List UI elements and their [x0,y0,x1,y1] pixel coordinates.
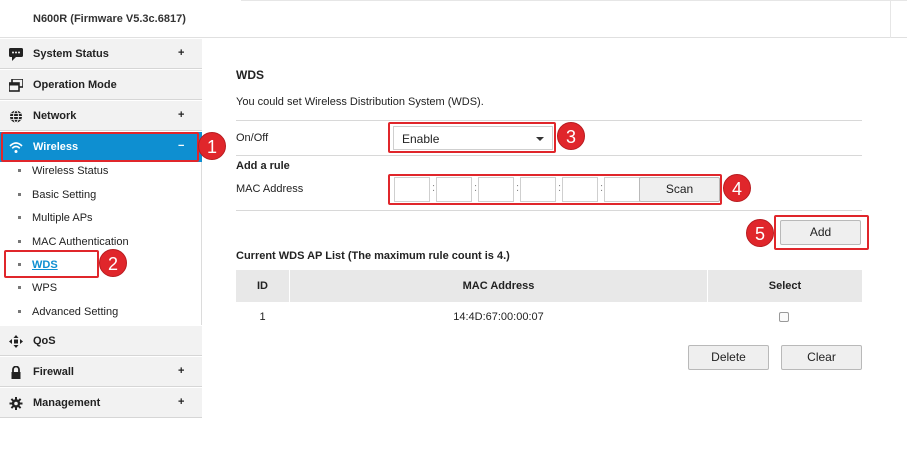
header-bar: N600R (Firmware V5.3c.6817) [0,0,907,38]
divider [236,210,862,211]
bullet-icon [18,286,21,289]
expand-icon: + [178,47,185,59]
table-row: 1 14:4D:67:00:00:07 [236,302,862,332]
menu-label: Operation Mode [33,79,117,91]
model-title: N600R (Firmware V5.3c.6817) [33,13,186,25]
sub-label: WPS [32,282,58,294]
clear-button[interactable]: Clear [781,345,862,370]
bullet-icon [18,193,21,196]
delete-button[interactable]: Delete [688,345,769,370]
expand-icon: + [178,365,185,377]
column-header-mac: MAC Address [462,280,535,292]
highlight-wireless-menu [1,132,199,162]
table-header: ID MAC Address Select [236,270,862,302]
sub-label: Advanced Setting [32,306,119,318]
bullet-icon [18,310,21,313]
sub-label: Basic Setting [32,189,97,201]
highlight-wds-item [4,250,99,278]
step-badge-5: 5 [746,219,774,247]
sidebar-item-advanced-setting[interactable]: Advanced Setting [0,301,202,323]
highlight-onoff-select [388,122,556,153]
divider [236,155,862,156]
header-divider [241,0,907,1]
step-badge-4: 4 [723,174,751,202]
expand-icon: + [178,396,185,408]
wds-list-title: Current WDS AP List (The maximum rule co… [236,250,510,262]
mac-address-label: MAC Address [236,183,304,195]
menu-label: Management [33,397,101,409]
menu-management[interactable]: Management + [0,387,202,418]
sub-label: Wireless Status [32,165,109,177]
column-header-select: Select [768,280,802,292]
step-badge-1: 1 [198,132,226,160]
add-rule-label: Add a rule [236,160,290,172]
step-badge-3: 3 [557,122,585,150]
sub-label: MAC Authentication [32,236,129,248]
page-title: WDS [236,68,264,82]
column-header-id: ID [257,280,268,292]
sidebar-item-wireless-status[interactable]: Wireless Status [0,160,202,182]
lock-icon [11,366,21,379]
onoff-label: On/Off [236,132,269,144]
bullet-icon [18,216,21,219]
menu-label: Firewall [33,366,74,378]
gear-icon [9,397,23,410]
menu-label: Network [33,110,77,122]
window-icon [9,79,23,92]
step-badge-2: 2 [99,249,127,277]
sidebar-item-wps[interactable]: WPS [0,277,202,299]
cell-id: 1 [259,311,266,323]
sub-label: Multiple APs [32,212,93,224]
divider [236,120,862,121]
menu-qos[interactable]: QoS [0,325,202,356]
bullet-icon [18,240,21,243]
sidebar-item-basic-setting[interactable]: Basic Setting [0,184,202,206]
header-edge [890,0,891,38]
menu-network[interactable]: Network + [0,100,202,131]
menu-firewall[interactable]: Firewall + [0,356,202,387]
menu-label: System Status [33,48,109,60]
globe-icon [10,110,22,123]
menu-system-status[interactable]: System Status + [0,38,202,69]
page-description: You could set Wireless Distribution Syst… [236,96,484,108]
sidebar: System Status + Operation Mode Network +… [0,38,202,418]
chat-bubble-icon [9,48,23,61]
sidebar-item-multiple-aps[interactable]: Multiple APs [0,207,202,229]
expand-icon: + [178,109,185,121]
menu-label: QoS [33,335,56,347]
highlight-mac-input [388,174,722,205]
menu-operation-mode[interactable]: Operation Mode [0,69,202,100]
bullet-icon [18,169,21,172]
qos-icon [9,335,23,348]
highlight-add-button [774,215,869,250]
cell-mac: 14:4D:67:00:00:07 [453,311,544,323]
row-select-checkbox[interactable] [779,312,789,322]
